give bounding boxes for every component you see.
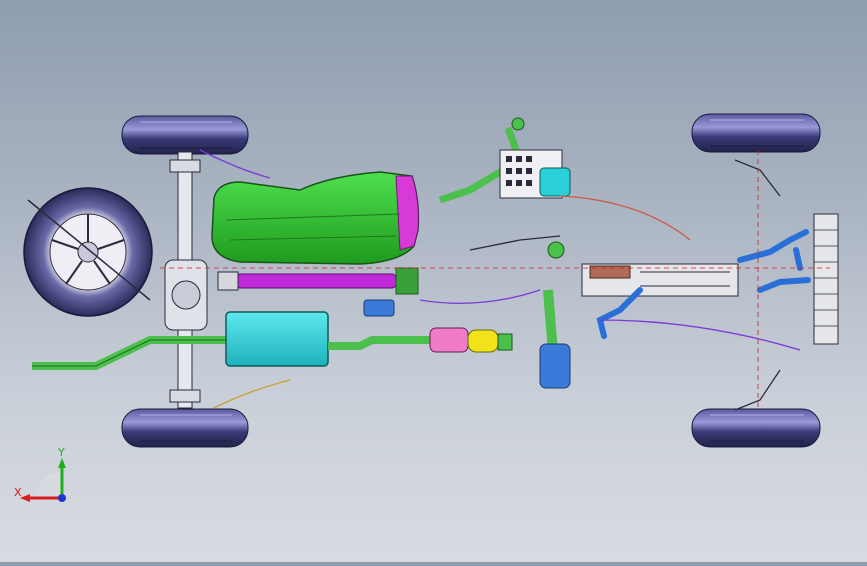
muffler	[225, 311, 329, 367]
y-axis-label: Y	[57, 446, 65, 459]
rear-left-wheel[interactable]	[121, 115, 249, 155]
exhaust-flange	[467, 329, 499, 353]
driveshaft[interactable]	[217, 267, 419, 295]
radiator[interactable]	[813, 213, 839, 345]
fuel-tank[interactable]	[211, 171, 420, 265]
spare-wheel[interactable]	[23, 187, 153, 317]
catalytic-converter	[429, 327, 469, 353]
front-right-wheel[interactable]	[691, 408, 821, 448]
cad-viewport[interactable]: Y X	[0, 0, 867, 562]
z-axis-dot	[58, 494, 66, 502]
rear-right-wheel[interactable]	[121, 408, 249, 448]
vapor-canister[interactable]	[363, 299, 395, 317]
exhaust-system[interactable]	[32, 311, 513, 370]
engine-transmission[interactable]	[581, 263, 739, 297]
chassis-drawing: Y X	[14, 113, 839, 502]
x-axis-label: X	[14, 486, 22, 499]
rear-axle[interactable]	[164, 151, 208, 409]
coordinate-triad: Y X	[14, 446, 66, 502]
front-left-wheel[interactable]	[691, 113, 821, 153]
pedal-box[interactable]	[499, 149, 571, 199]
